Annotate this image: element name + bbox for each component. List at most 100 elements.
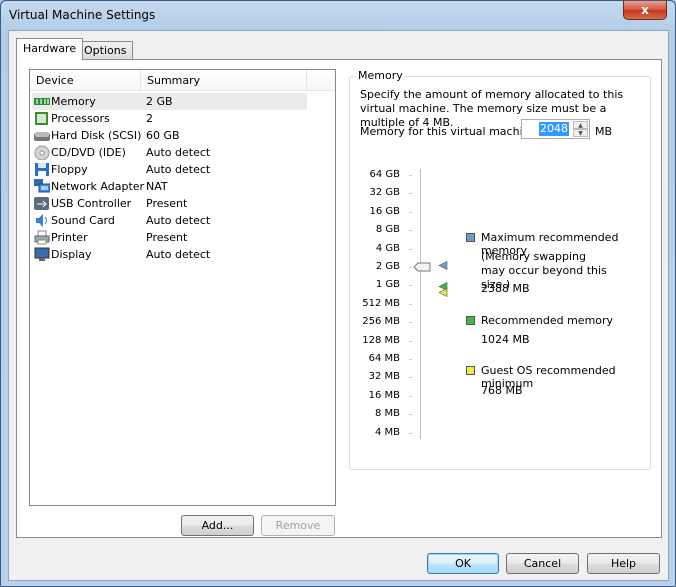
guest-min-marker	[438, 287, 448, 298]
tab-options[interactable]: Options	[77, 41, 134, 59]
device-summary: 2 GB	[146, 95, 173, 108]
slider-tick-label: 256 MB	[362, 316, 400, 328]
max-recommended-marker	[438, 260, 448, 270]
add-button[interactable]: Add...	[181, 515, 254, 536]
slider-tick-label: 32 GB	[369, 187, 400, 199]
slider-tick-mark	[409, 303, 412, 305]
device-name: Printer	[51, 231, 88, 244]
cancel-button-label: Cancel	[523, 557, 562, 570]
memory-group-title: Memory	[356, 69, 405, 82]
device-name: Memory	[51, 95, 96, 108]
cd-dvd-icon	[34, 145, 50, 161]
spin-up-button[interactable]: ▲	[573, 121, 588, 129]
recommended-swatch	[466, 316, 475, 325]
close-button[interactable]: x	[623, 1, 667, 20]
floppy-icon	[34, 162, 50, 177]
slider-tick-mark	[409, 359, 412, 360]
slider-tick-mark	[409, 211, 412, 213]
window-title: Virtual Machine Settings	[9, 8, 156, 22]
slider-tick-mark	[409, 248, 412, 250]
device-row-usb-controller[interactable]: USB Controller Present	[32, 195, 307, 212]
max-recommended-value: 2388 MB	[481, 282, 530, 295]
device-row-sound-card[interactable]: Sound Card Auto detect	[32, 212, 307, 229]
memory-field-label: Memory for this virtual machine:	[360, 125, 541, 138]
ok-button[interactable]: OK	[427, 553, 499, 574]
device-row-network-adapter[interactable]: Network Adapter NAT	[32, 178, 307, 195]
device-name: Display	[51, 248, 92, 261]
slider-tick-label: 4 GB	[375, 242, 400, 254]
memory-spinbox[interactable]: 2048 ▲ ▼	[521, 119, 590, 139]
slider-tick-mark	[409, 432, 412, 434]
device-summary: Auto detect	[146, 248, 211, 261]
device-summary: Auto detect	[146, 214, 211, 227]
help-button-label: Help	[610, 557, 637, 570]
sound-card-icon	[34, 213, 50, 228]
device-row-display[interactable]: Display Auto detect	[32, 246, 307, 263]
device-row-hard-disk-scsi[interactable]: Hard Disk (SCSI) 60 GB	[32, 127, 307, 144]
device-name: CD/DVD (IDE)	[51, 146, 126, 159]
close-icon: x	[641, 3, 649, 17]
max-recommended-swatch	[466, 233, 475, 242]
hardware-panel: Device Summary Memory 2 GB Processors 2 Hard…	[16, 59, 662, 538]
slider-tick-mark	[409, 230, 412, 232]
memory-value-input[interactable]: 2048	[539, 122, 569, 136]
slider-tick-label: 16 MB	[368, 389, 400, 401]
device-name: Hard Disk (SCSI)	[51, 129, 142, 142]
device-name: Processors	[51, 112, 110, 125]
slider-tick-label: 128 MB	[362, 334, 400, 346]
slider-track[interactable]	[420, 169, 422, 439]
help-button[interactable]: Help	[587, 553, 660, 574]
cancel-button[interactable]: Cancel	[506, 553, 579, 574]
memory-description: Specify the amount of memory allocated t…	[360, 88, 624, 129]
device-name: Floppy	[51, 163, 88, 176]
display-icon	[34, 247, 50, 262]
device-summary: Auto detect	[146, 146, 211, 159]
slider-tick-mark	[409, 175, 412, 176]
slider-tick-label: 32 MB	[368, 371, 400, 383]
device-row-printer[interactable]: Printer Present	[32, 229, 307, 246]
device-list-header: Device Summary	[30, 70, 335, 91]
device-name: USB Controller	[51, 197, 132, 210]
usb-icon	[34, 196, 50, 211]
hard-disk-icon	[34, 128, 50, 143]
dialog-client: Hardware Options Device Summary Memory 2 …	[8, 30, 669, 581]
slider-tick-label: 4 MB	[374, 426, 400, 438]
slider-tick-mark	[409, 377, 412, 379]
spin-down-button[interactable]: ▼	[573, 129, 588, 137]
device-name: Network Adapter	[51, 180, 145, 193]
device-list[interactable]: Device Summary Memory 2 GB Processors 2 Hard…	[29, 69, 336, 506]
slider-tick-mark	[409, 395, 412, 397]
slider-tick-mark	[409, 285, 412, 287]
device-row-memory[interactable]: Memory 2 GB	[32, 93, 307, 110]
device-summary: 2	[146, 112, 153, 125]
slider-tick-mark	[409, 267, 412, 268]
device-row-cd-dvd-ide[interactable]: CD/DVD (IDE) Auto detect	[32, 144, 307, 161]
device-summary: Auto detect	[146, 163, 211, 176]
memory-icon	[34, 94, 50, 109]
slider-tick-label: 64 GB	[369, 169, 400, 180]
remove-button-label: Remove	[275, 519, 321, 532]
slider-tick-label: 2 GB	[375, 261, 400, 272]
device-summary: 60 GB	[146, 129, 180, 142]
printer-icon	[34, 230, 50, 245]
slider-tick-label: 1 GB	[375, 279, 400, 291]
tab-hardware[interactable]: Hardware	[16, 38, 84, 60]
guest-min-swatch	[466, 366, 475, 375]
column-summary[interactable]: Summary	[141, 70, 307, 91]
slider-tick-label: 512 MB	[362, 297, 400, 309]
network-adapter-icon	[34, 179, 51, 194]
device-row-processors[interactable]: Processors 2	[32, 110, 307, 127]
slider-tick-mark	[409, 322, 412, 324]
device-row-floppy[interactable]: Floppy Auto detect	[32, 161, 307, 178]
memory-groupbox: Memory Specify the amount of memory allo…	[349, 69, 651, 470]
remove-button[interactable]: Remove	[261, 515, 335, 536]
virtual-machine-settings-window: Virtual Machine Settings x Hardware Opti…	[0, 0, 676, 587]
slider-thumb[interactable]	[413, 262, 431, 272]
processor-icon	[34, 111, 50, 126]
column-device[interactable]: Device	[30, 70, 141, 91]
slider-tick-label: 16 GB	[369, 205, 400, 217]
slider-tick-mark	[409, 414, 412, 416]
guest-min-value: 768 MB	[481, 384, 523, 397]
recommended-label: Recommended memory	[481, 314, 614, 327]
device-name: Sound Card	[51, 214, 115, 227]
